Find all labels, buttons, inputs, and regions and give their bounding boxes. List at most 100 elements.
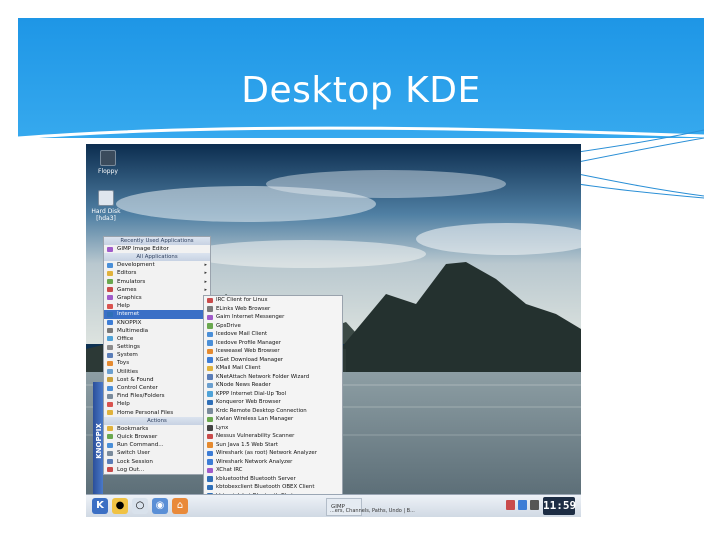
menu-item[interactable]: Settings▸: [104, 343, 210, 351]
app-icon: [207, 340, 213, 346]
menu-item[interactable]: Lost & Found▸: [104, 376, 210, 384]
menu-item[interactable]: Toys▸: [104, 359, 210, 367]
internet-submenu-label: ELinks Web Browser: [216, 305, 271, 312]
menu-item[interactable]: Quick Browser▸: [104, 433, 210, 441]
volume-tray-icon[interactable]: [530, 500, 539, 510]
menu-item-label: System: [117, 352, 138, 359]
menu-item-label: Switch User: [117, 450, 151, 457]
app-icon: [207, 416, 213, 422]
internet-submenu-item[interactable]: kbluetoothd Bluetooth Server: [204, 475, 342, 484]
internet-submenu-item[interactable]: Nessus Vulnerability Scanner: [204, 432, 342, 441]
internet-submenu-item[interactable]: Kwlan Wireless Lan Manager: [204, 415, 342, 424]
app-icon: [207, 476, 213, 482]
internet-submenu-item[interactable]: Sun Java 1.5 Web Start: [204, 441, 342, 450]
menu-item[interactable]: Home Personal Files: [104, 409, 210, 417]
app-icon: [207, 467, 213, 473]
menu-item[interactable]: Graphics▸: [104, 294, 210, 302]
kmenu-button[interactable]: K: [92, 498, 108, 514]
menu-item[interactable]: Run Command...: [104, 441, 210, 449]
menu-item-icon: [107, 369, 113, 375]
internet-submenu-item[interactable]: Icedove Mail Client: [204, 330, 342, 339]
menu-item[interactable]: Utilities▸: [104, 368, 210, 376]
menu-item-icon: [107, 279, 113, 285]
internet-submenu-item[interactable]: Krdc Remote Desktop Connection: [204, 407, 342, 416]
internet-submenu-label: kbtobexclient Bluetooth OBEX Client: [216, 484, 315, 490]
menu-item[interactable]: GIMP Image Editor: [104, 245, 210, 253]
internet-submenu-label: IRC Client for Linux: [216, 297, 268, 303]
internet-submenu-item[interactable]: KNetAttach Network Folder Wizard: [204, 373, 342, 382]
submenu-arrow-icon: ▸: [204, 262, 207, 269]
internet-submenu-label: KMail Mail Client: [216, 365, 261, 371]
menu-item-icon: [107, 360, 113, 366]
internet-submenu-item[interactable]: KGet Download Manager: [204, 356, 342, 365]
menu-item[interactable]: Internet▸: [104, 310, 210, 319]
clock[interactable]: 11:59: [543, 497, 576, 515]
internet-submenu-label: Kwlan Wireless Lan Manager: [216, 416, 294, 422]
menu-item[interactable]: Development ▸: [104, 261, 210, 269]
internet-submenu-label: Lynx: [216, 424, 229, 431]
internet-submenu: IRC Client for Linux ELinks Web Browser Ga…: [203, 295, 343, 510]
menu-item-icon: [107, 434, 113, 440]
menu-item-label: KNOPPIX: [117, 319, 142, 326]
internet-submenu-label: Iceweasel Web Browser: [216, 348, 280, 354]
menu-item[interactable]: Multimedia▸: [104, 327, 210, 335]
menu-item[interactable]: Log Out...: [104, 466, 210, 474]
internet-submenu-item[interactable]: KNode News Reader: [204, 381, 342, 390]
k-menu: Recently Used Applications GIMP Image Edi…: [103, 236, 211, 475]
menu-item-icon: [107, 401, 113, 407]
desktop-icon-floppy[interactable]: Floppy: [88, 150, 128, 175]
menu-item[interactable]: Bookmarks▸: [104, 425, 210, 433]
internet-submenu-item[interactable]: Wireshark (as root) Network Analyzer: [204, 449, 342, 458]
app-icon: [207, 297, 213, 303]
menu-item-label: Multimedia: [117, 327, 149, 334]
menu-item[interactable]: Control Center: [104, 384, 210, 392]
menu-item-icon: [107, 377, 113, 383]
kmenu-side-banner-label: KNOPPIX: [95, 423, 103, 459]
menu-item[interactable]: Lock Session: [104, 458, 210, 466]
internet-submenu-item[interactable]: XChat IRC: [204, 466, 342, 475]
desktop-icon-label: Floppy: [98, 168, 118, 175]
internet-submenu-item[interactable]: Lynx: [204, 424, 342, 433]
konqueror-button[interactable]: ◉: [152, 498, 168, 514]
menu-item-label: Home Personal Files: [117, 409, 174, 416]
network-tray-icon[interactable]: [506, 500, 515, 510]
internet-submenu-item[interactable]: Icedove Profile Manager: [204, 339, 342, 348]
menu-item[interactable]: KNOPPIX▸: [104, 319, 210, 327]
internet-submenu-item[interactable]: kbtobexclient Bluetooth OBEX Client: [204, 483, 342, 492]
menu-item-icon: [107, 262, 113, 268]
internet-submenu-item[interactable]: Wireshark Network Analyzer: [204, 458, 342, 467]
menu-item-icon: [107, 328, 113, 334]
app-icon: [207, 306, 213, 312]
menu-item[interactable]: Switch User▸: [104, 449, 210, 457]
menu-item[interactable]: Editors ▸: [104, 269, 210, 277]
app-icon: [207, 357, 213, 363]
internet-submenu-item[interactable]: GpsDrive: [204, 322, 342, 331]
internet-submenu-item[interactable]: IRC Client for Linux: [204, 296, 342, 305]
menu-item[interactable]: System▸: [104, 351, 210, 359]
menu-item-icon: [107, 320, 113, 325]
internet-submenu-item[interactable]: ELinks Web Browser: [204, 305, 342, 314]
menu-item[interactable]: Office▸: [104, 335, 210, 343]
internet-submenu-item[interactable]: KMail Mail Client: [204, 364, 342, 373]
menu-item[interactable]: Help: [104, 400, 210, 408]
keyboard-tray-icon[interactable]: [518, 500, 527, 510]
desktop-icon-hard-disk[interactable]: Hard Disk [hda3]: [86, 190, 126, 222]
home-button[interactable]: ⌂: [172, 498, 188, 514]
internet-submenu-label: Wireshark Network Analyzer: [216, 458, 293, 465]
taskbar-task-gimp-layers[interactable]: ...ers, Channels, Paths, Undo | B...: [326, 507, 424, 515]
menu-item-label: Toys: [117, 360, 130, 367]
internet-submenu-item[interactable]: Iceweasel Web Browser: [204, 347, 342, 356]
menu-item-icon: [107, 303, 113, 309]
tux-button[interactable]: ●: [112, 498, 128, 514]
internet-submenu-item[interactable]: Konqueror Web Browser: [204, 398, 342, 407]
browser-button[interactable]: ○: [132, 498, 148, 514]
menu-item[interactable]: Emulators ▸: [104, 278, 210, 286]
menu-item[interactable]: Help▸: [104, 302, 210, 310]
menu-item[interactable]: Find Files/Folders: [104, 392, 210, 400]
internet-submenu-item[interactable]: Gaim Internet Messenger: [204, 313, 342, 322]
tux-icon: ●: [115, 500, 125, 511]
app-icon: [207, 391, 213, 397]
menu-item[interactable]: Games ▸: [104, 286, 210, 294]
menu-item-icon: [107, 295, 113, 301]
internet-submenu-item[interactable]: KPPP Internet Dial-Up Tool: [204, 390, 342, 399]
